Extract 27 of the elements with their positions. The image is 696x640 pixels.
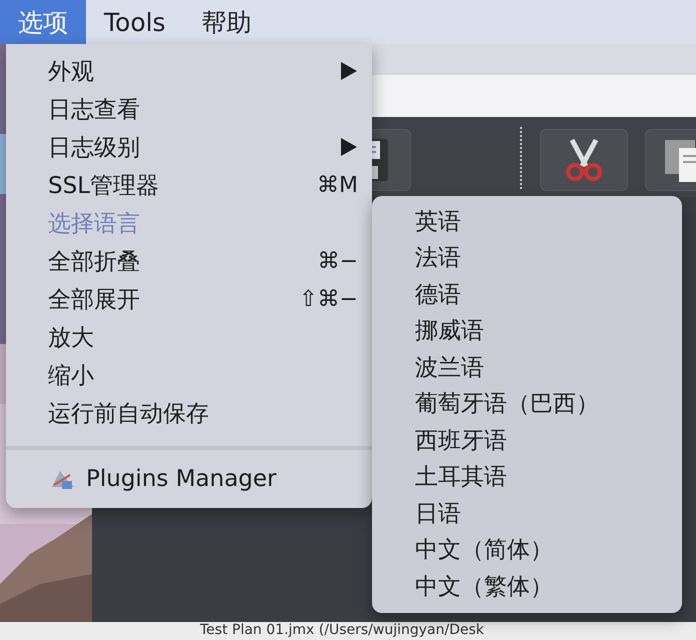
menu-item[interactable]: 土耳其语 [372,458,682,495]
menu-item[interactable]: 法语 [372,240,682,276]
menu-bar-item[interactable]: 帮助 [184,0,270,44]
menu-item[interactable]: 日志级别 [6,128,372,166]
menu-item[interactable]: SSL管理器 ⌘M [6,166,372,204]
menu-item[interactable]: 挪威语 [372,312,682,349]
menu-item[interactable]: 放大 [6,318,372,356]
cut-button[interactable] [540,129,628,191]
menu-bar-item[interactable]: 选项 [0,0,86,44]
menu-bar-item[interactable]: Tools [86,0,184,44]
menu-item[interactable]: 全部折叠 ⌘− [6,242,372,280]
menu-item[interactable]: 日志查看 [6,90,372,128]
menu-item[interactable]: 西班牙语 [372,422,682,458]
menu-item[interactable]: 运行前自动保存 [6,394,372,432]
menu-item[interactable]: 缩小 [6,356,372,394]
menu-item[interactable]: 德语 [372,276,682,312]
menu-item[interactable]: 中文（繁体） [372,568,682,604]
menu-item[interactable]: 外观 [6,52,372,90]
menu-item[interactable]: 全部展开 ⇧⌘− [6,280,372,318]
menu-item[interactable]: 英语 [372,203,682,240]
scissors-icon [566,138,602,182]
window-title: Test Plan 01.jmx (/Users/wujingyan/Desk [200,622,484,638]
menu-item[interactable]: 波兰语 [372,349,682,386]
menu-item[interactable]: 葡萄牙语（巴西） [372,386,682,422]
menu-item[interactable]: 日语 [372,495,682,532]
menu-item[interactable]: 中文（简体） [372,532,682,568]
menu-item[interactable]: Plugins Manager [6,460,372,498]
